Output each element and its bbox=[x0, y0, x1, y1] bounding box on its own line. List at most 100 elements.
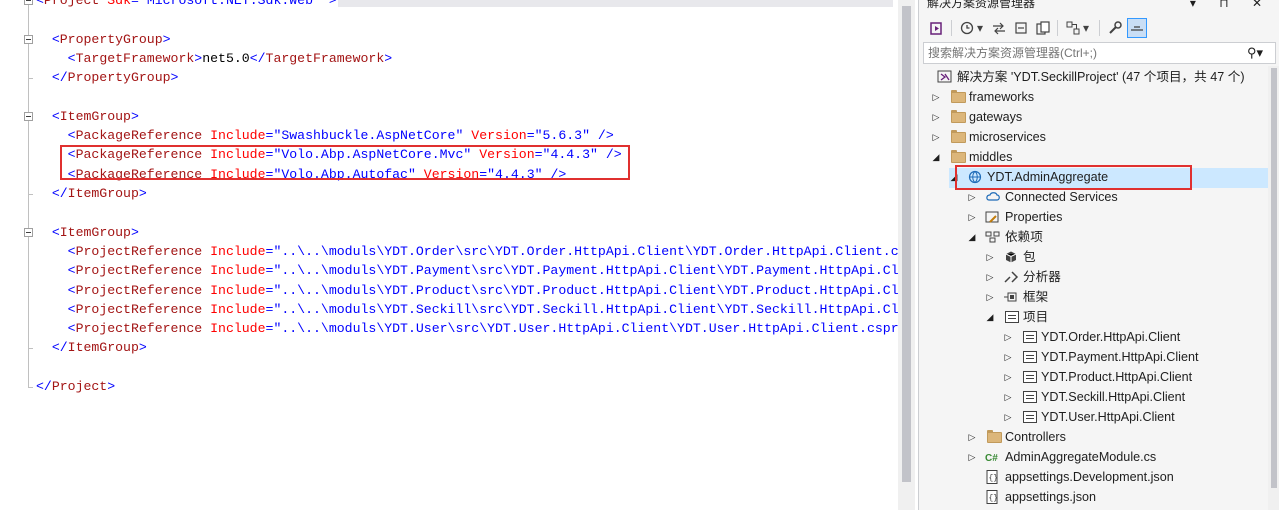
code-token: TargetFramework bbox=[265, 50, 385, 66]
tree-item-label: YDT.Seckill.HttpApi.Client bbox=[1041, 390, 1186, 404]
code-token: Include bbox=[202, 301, 266, 317]
tree-item[interactable]: ◢ middles bbox=[919, 147, 1268, 167]
fold-guide-end bbox=[28, 194, 33, 195]
collapsed-arrow-icon[interactable]: ▷ bbox=[1003, 347, 1013, 367]
search-icon[interactable]: ⚲▾ bbox=[1247, 45, 1263, 61]
code-token: = bbox=[130, 0, 139, 8]
panel-window-buttons[interactable]: ▾ ⊓ ✕ bbox=[1190, 0, 1272, 10]
code-line[interactable]: <ProjectReference Include="..\..\moduls\… bbox=[36, 300, 898, 319]
explorer-vertical-scrollbar[interactable] bbox=[1268, 66, 1279, 510]
tree-item[interactable]: ◢ 依赖项 bbox=[919, 227, 1268, 247]
json-file-icon: {} bbox=[985, 470, 1001, 484]
code-line[interactable]: </ItemGroup> bbox=[36, 338, 147, 357]
collapsed-arrow-icon[interactable]: ▷ bbox=[931, 107, 941, 127]
code-token: </ bbox=[36, 340, 68, 356]
sync-with-active-document-icon[interactable] bbox=[989, 18, 1009, 38]
code-token: < bbox=[36, 108, 60, 124]
code-line[interactable]: <ProjectReference Include="..\..\moduls\… bbox=[36, 261, 898, 280]
tree-item[interactable]: ◢ 项目 bbox=[919, 307, 1268, 327]
code-line[interactable]: <Project Sdk="Microsoft.NET.Sdk.Web" > bbox=[36, 0, 337, 10]
tree-item[interactable]: {} appsettings.Development.json bbox=[919, 467, 1268, 487]
collapsed-arrow-icon[interactable]: ▷ bbox=[967, 447, 977, 467]
editor-vertical-scrollbar[interactable] bbox=[898, 0, 915, 510]
collapsed-arrow-icon[interactable]: ▷ bbox=[967, 207, 977, 227]
code-line[interactable]: <ProjectReference Include="..\..\moduls\… bbox=[36, 319, 898, 338]
code-line[interactable]: <ItemGroup> bbox=[36, 223, 139, 242]
editor-scroll-thumb[interactable] bbox=[902, 6, 911, 482]
collapse-all-icon[interactable] bbox=[1011, 18, 1031, 38]
collapsed-arrow-icon[interactable]: ▷ bbox=[985, 287, 995, 307]
switch-views-icon[interactable] bbox=[927, 18, 947, 38]
code-line[interactable]: <TargetFramework>net5.0</TargetFramework… bbox=[36, 49, 393, 68]
code-editor[interactable]: <Project Sdk="Microsoft.NET.Sdk.Web" > <… bbox=[0, 0, 898, 510]
svg-text:{}: {} bbox=[989, 494, 999, 503]
expanded-arrow-icon[interactable]: ◢ bbox=[967, 227, 977, 247]
tree-item[interactable]: ▷ 框架 bbox=[919, 287, 1268, 307]
collapsed-arrow-icon[interactable]: ▷ bbox=[1003, 367, 1013, 387]
code-token: ItemGroup bbox=[67, 340, 139, 356]
tree-item[interactable]: ▷ microservices bbox=[919, 127, 1268, 147]
code-token: > bbox=[162, 31, 171, 47]
collapsed-arrow-icon[interactable]: ▷ bbox=[1003, 327, 1013, 347]
explorer-scroll-thumb[interactable] bbox=[1271, 68, 1277, 488]
code-line[interactable]: </Project> bbox=[36, 377, 115, 396]
highlight-annotation-box bbox=[60, 145, 630, 180]
show-all-files-icon[interactable] bbox=[1033, 18, 1053, 38]
code-line[interactable]: </PropertyGroup> bbox=[36, 68, 179, 87]
code-token: /> bbox=[590, 128, 614, 144]
collapsed-arrow-icon[interactable]: ▷ bbox=[985, 247, 995, 267]
tree-item[interactable]: ▷ Properties bbox=[919, 207, 1268, 227]
fold-toggle-icon[interactable] bbox=[24, 111, 33, 121]
properties-wrench-icon[interactable] bbox=[1105, 18, 1125, 38]
tree-item[interactable]: ▷ Connected Services bbox=[919, 187, 1268, 207]
fold-toggle-icon[interactable] bbox=[24, 34, 33, 44]
search-input[interactable] bbox=[928, 43, 1238, 63]
solution-explorer-panel: 解决方案资源管理器 ▾ ⊓ ✕ ▾ ▾ 搜索解决方案资源管理器(Ctrl+;) … bbox=[918, 0, 1279, 510]
code-line[interactable]: <ItemGroup> bbox=[36, 107, 139, 126]
tree-item[interactable]: ▷ YDT.Product.HttpApi.Client bbox=[919, 367, 1268, 387]
expanded-arrow-icon[interactable]: ◢ bbox=[931, 147, 941, 167]
tree-item[interactable]: ▷ YDT.Payment.HttpApi.Client bbox=[919, 347, 1268, 367]
code-token: "..\..\moduls\YDT.Payment\src\YDT.Paymen… bbox=[273, 263, 898, 279]
code-token: Include bbox=[202, 263, 266, 279]
tree-item[interactable]: ▷ YDT.Seckill.HttpApi.Client bbox=[919, 387, 1268, 407]
tree-item[interactable]: ▷ C# AdminAggregateModule.cs bbox=[919, 447, 1268, 467]
expanded-arrow-icon[interactable]: ◢ bbox=[985, 307, 995, 327]
code-token: "Microsoft.NET.Sdk.Web" bbox=[138, 0, 321, 8]
tree-item[interactable]: ▷ YDT.Order.HttpApi.Client bbox=[919, 327, 1268, 347]
code-token: ProjectReference bbox=[75, 282, 203, 298]
tree-item[interactable]: ▷ 包 bbox=[919, 247, 1268, 267]
tree-item[interactable]: ▷ YDT.User.HttpApi.Client bbox=[919, 407, 1268, 427]
folder-icon bbox=[987, 430, 1002, 443]
code-line[interactable]: <PackageReference Include = "Swashbuckle.A… bbox=[36, 126, 614, 145]
preview-selected-items-icon[interactable] bbox=[1127, 18, 1147, 38]
fold-guide-end bbox=[28, 348, 33, 350]
dropdown-caret-icon[interactable]: ▾ bbox=[975, 18, 985, 38]
code-line[interactable]: </ItemGroup> bbox=[36, 184, 147, 203]
tree-item-label: gateways bbox=[969, 110, 1023, 124]
collapsed-arrow-icon[interactable]: ▷ bbox=[985, 267, 995, 287]
dropdown-caret-icon[interactable]: ▾ bbox=[1081, 18, 1091, 38]
code-token: > bbox=[138, 186, 147, 201]
tree-item[interactable]: {} appsettings.json bbox=[919, 487, 1268, 507]
pending-changes-icon[interactable] bbox=[957, 18, 977, 38]
code-line[interactable]: <PropertyGroup> bbox=[36, 30, 171, 49]
fold-toggle-icon[interactable] bbox=[24, 227, 33, 237]
collapsed-arrow-icon[interactable]: ▷ bbox=[931, 87, 941, 107]
collapsed-arrow-icon[interactable]: ▷ bbox=[967, 187, 977, 207]
collapsed-arrow-icon[interactable]: ▷ bbox=[1003, 407, 1013, 427]
tree-item[interactable]: ▷ 分析器 bbox=[919, 267, 1268, 287]
search-box[interactable]: ⚲▾ bbox=[923, 42, 1276, 64]
collapsed-arrow-icon[interactable]: ▷ bbox=[931, 127, 941, 147]
code-line[interactable]: <ProjectReference Include="..\..\moduls\… bbox=[36, 242, 898, 261]
solution-root[interactable]: 解决方案 'YDT.SeckillProject' (47 个项目，共 47 个… bbox=[919, 67, 1268, 87]
code-line[interactable]: <ProjectReference Include="..\..\moduls\… bbox=[36, 281, 898, 300]
tree-item[interactable]: ▷ gateways bbox=[919, 107, 1268, 127]
collapsed-arrow-icon[interactable]: ▷ bbox=[967, 427, 977, 447]
filter-icon[interactable] bbox=[1063, 18, 1083, 38]
collapsed-arrow-icon[interactable]: ▷ bbox=[1003, 387, 1013, 407]
tree-item[interactable]: ▷ frameworks bbox=[919, 87, 1268, 107]
horizontal-scrollbar[interactable] bbox=[338, 0, 893, 7]
code-token: < bbox=[36, 263, 76, 279]
tree-item[interactable]: ▷ Controllers bbox=[919, 427, 1268, 447]
